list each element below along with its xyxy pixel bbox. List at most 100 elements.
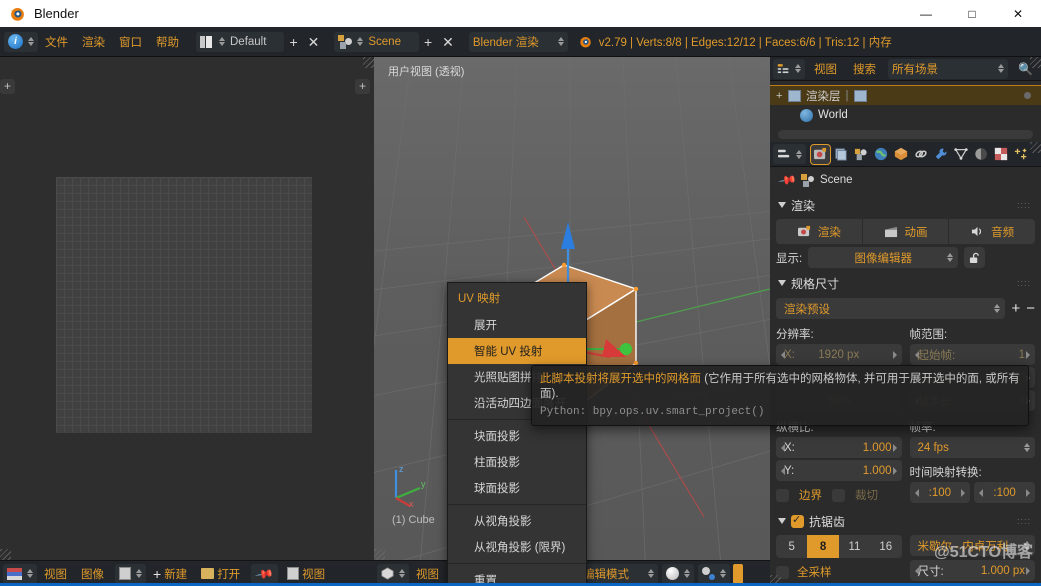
aa-sample-8[interactable]: 8 [807, 535, 839, 558]
menu-window[interactable]: 窗口 [112, 32, 149, 52]
increment-icon[interactable] [1026, 566, 1030, 575]
antialiasing-checkbox[interactable] [791, 513, 804, 528]
minimize-button[interactable]: — [903, 0, 949, 27]
outliner-editor-type-selector[interactable] [773, 58, 805, 79]
decrement-icon[interactable] [979, 488, 984, 497]
full-sample-checkbox[interactable] [776, 565, 789, 579]
panel-render-header[interactable]: 渲染 :::: [776, 193, 1035, 217]
aa-sample-16[interactable]: 16 [870, 535, 901, 558]
uv-menu-item-sphere-projection[interactable]: 球面投影 [448, 475, 586, 501]
uv-editor-type-selector[interactable] [3, 563, 37, 584]
tab-scene[interactable] [851, 145, 870, 164]
uv-menu-item-cylinder-projection[interactable]: 柱面投影 [448, 449, 586, 475]
new-image-button[interactable]: + 新建 [146, 564, 194, 584]
expander-icon[interactable]: + [776, 90, 782, 102]
outliner-menu-search[interactable]: 搜索 [846, 59, 883, 79]
increment-icon[interactable] [1026, 350, 1030, 359]
remove-layout-button[interactable]: ✕ [303, 35, 325, 49]
lock-interface-button[interactable] [964, 247, 986, 268]
aspect-x-field[interactable]: X: 1.000 [776, 437, 902, 458]
resolution-x-field[interactable]: X: 1920 px [776, 344, 902, 365]
outliner-menu-view[interactable]: 视图 [807, 59, 844, 79]
restrict-toggle-icon[interactable] [1024, 92, 1031, 99]
decrement-icon[interactable] [914, 488, 919, 497]
uv-menu-image[interactable]: 图像 [74, 564, 111, 584]
image-datablock-selector[interactable] [115, 563, 146, 584]
tab-material[interactable] [971, 145, 990, 164]
remove-scene-button[interactable]: ✕ [437, 35, 459, 49]
scene-selector[interactable]: Scene [334, 31, 419, 52]
chevron-updown-icon [684, 569, 690, 578]
close-button[interactable]: ✕ [995, 0, 1041, 27]
remove-preset-button[interactable]: − [1026, 301, 1035, 316]
uv-sidebar-toggle-left[interactable]: + [0, 79, 15, 94]
properties-editor-type-selector[interactable] [773, 144, 806, 164]
menu-file[interactable]: 文件 [38, 32, 75, 52]
increment-icon[interactable] [1026, 488, 1030, 497]
uv-menu-item-cube-projection[interactable]: 块面投影 [448, 423, 586, 449]
crop-checkbox[interactable] [832, 488, 845, 502]
render-preset-dropdown[interactable]: 渲染预设 [776, 298, 1006, 319]
uv-menu-item-smart-uv-project[interactable]: 智能 UV 投射 [448, 338, 586, 364]
framerate-dropdown[interactable]: 24 fps [909, 437, 1035, 458]
tab-world[interactable] [871, 145, 890, 164]
add-layout-button[interactable]: + [284, 35, 302, 49]
tab-modifiers[interactable] [931, 145, 950, 164]
increment-icon[interactable] [961, 488, 966, 497]
viewport-shading-selector[interactable] [662, 563, 694, 584]
render-engine-selector[interactable]: Blender 渲染 [468, 31, 568, 52]
display-mode-dropdown[interactable]: 图像编辑器 [808, 247, 959, 268]
tab-data[interactable] [951, 145, 970, 164]
render-audio-button[interactable]: 音频 [949, 219, 1035, 244]
uv-menu-item-project-from-view-bounds[interactable]: 从视角投影 (限界) [448, 534, 586, 560]
viewport-menu-view[interactable]: 视图 [409, 564, 446, 584]
pin-image-button[interactable]: 📌 [251, 563, 279, 584]
outliner-tree[interactable]: + 渲染层 | World [770, 81, 1041, 142]
tab-object[interactable] [891, 145, 910, 164]
outliner-scrollbar[interactable] [778, 130, 1033, 139]
tab-texture[interactable] [991, 145, 1010, 164]
timemap-label: 时间映射转换: [909, 467, 982, 479]
uv-menu-view[interactable]: 视图 [37, 564, 74, 584]
tab-constraints[interactable] [911, 145, 930, 164]
maximize-button[interactable]: □ [949, 0, 995, 27]
add-scene-button[interactable]: + [419, 35, 437, 49]
render-animation-button[interactable]: 动画 [863, 219, 950, 244]
tab-render-layers[interactable] [831, 145, 850, 164]
pivot-point-selector[interactable] [698, 563, 730, 584]
editor-type-selector-info[interactable]: i [4, 31, 38, 52]
uv-menu-item-project-from-view[interactable]: 从视角投影 [448, 508, 586, 534]
outliner-row-render-layers[interactable]: + 渲染层 | [770, 85, 1041, 105]
tab-particles[interactable] [1011, 145, 1030, 164]
border-checkbox[interactable] [776, 488, 789, 502]
viewport-editor-type-selector[interactable] [377, 563, 409, 584]
aspect-y-field[interactable]: Y: 1.000 [776, 460, 902, 481]
frame-start-field[interactable]: 起始帧: 1 [909, 344, 1035, 365]
snapping-toggle[interactable] [733, 563, 743, 584]
menu-render[interactable]: 渲染 [75, 32, 112, 52]
pin-icon[interactable]: 📌 [777, 170, 797, 190]
uv-view-mode-button[interactable]: 视图 [280, 564, 332, 584]
aa-sample-11[interactable]: 11 [839, 535, 870, 558]
panel-dimensions-header[interactable]: 规格尺寸 :::: [776, 271, 1035, 295]
screen-layout-selector[interactable]: Default [196, 31, 285, 52]
tab-render[interactable] [810, 143, 831, 165]
outliner-display-mode[interactable]: 所有场景 [888, 58, 1009, 79]
timemap-old-field[interactable]: :100 [909, 482, 971, 503]
aa-size-field[interactable]: 尺寸: 1.000 px [909, 560, 1035, 581]
aa-sample-5[interactable]: 5 [776, 535, 807, 558]
uv-menu-item-unwrap[interactable]: 展开 [448, 312, 586, 338]
uv-canvas[interactable]: + + [0, 57, 374, 560]
outliner-row-world[interactable]: World [770, 105, 1041, 125]
magnifier-icon[interactable]: 🔍 [1013, 62, 1038, 76]
render-image-button[interactable]: 渲染 [776, 219, 863, 244]
increment-icon[interactable] [892, 350, 897, 359]
timemap-new-field[interactable]: :100 [974, 482, 1035, 503]
increment-icon[interactable] [892, 466, 897, 475]
increment-icon[interactable] [892, 443, 897, 452]
panel-antialiasing-header[interactable]: 抗锯齿 :::: [776, 509, 1035, 533]
uv-sidebar-toggle-right[interactable]: + [355, 79, 370, 94]
add-preset-button[interactable]: + [1011, 301, 1020, 316]
menu-help[interactable]: 帮助 [149, 32, 186, 52]
open-image-button[interactable]: 打开 [194, 564, 247, 584]
